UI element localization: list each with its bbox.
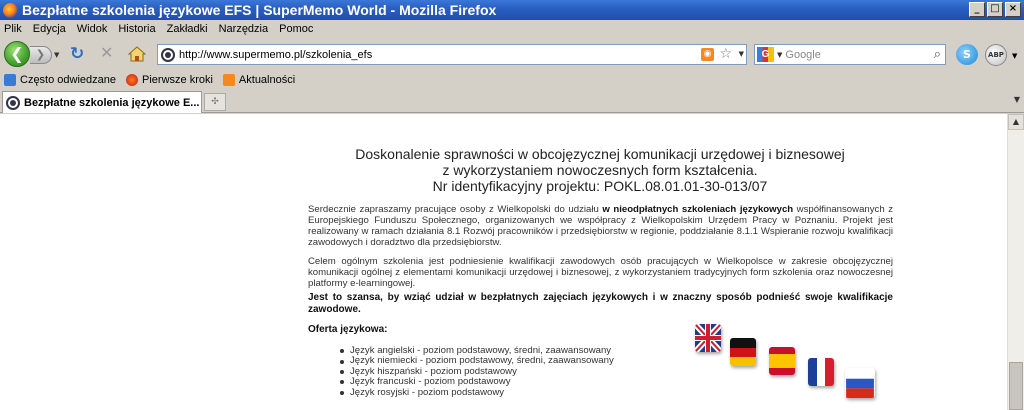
bookmark-aktualnosci[interactable]: Aktualności xyxy=(222,73,296,86)
adblock-plus-icon[interactable]: ABP xyxy=(985,44,1007,66)
window-title: Bezpłatne szkolenia językowe EFS | Super… xyxy=(22,2,497,18)
menu-pomoc[interactable]: Pomoc xyxy=(279,23,313,35)
bookmarks-toolbar: Często odwiedzane Pierwsze kroki Aktualn… xyxy=(0,70,1024,89)
tab-active[interactable]: Bezpłatne szkolenia językowe E... xyxy=(2,91,202,113)
menu-widok[interactable]: Widok xyxy=(77,23,108,35)
search-input[interactable]: Google xyxy=(785,49,820,61)
search-icon[interactable]: ⌕ xyxy=(934,47,941,62)
new-tab-button[interactable]: ✣ xyxy=(204,93,226,111)
intro-text-start: Serdecznie zapraszamy pracujące osoby z … xyxy=(308,204,603,215)
navigation-toolbar: ❮ ❯ ▼ ↻ ✕ http://www.supermemo.pl/szkole… xyxy=(0,38,1024,70)
reload-icon[interactable]: ↻ xyxy=(70,46,84,63)
tab-list-icon[interactable]: ▼ xyxy=(1014,95,1020,104)
menu-zakladki[interactable]: Zakładki xyxy=(167,23,208,35)
google-engine-icon[interactable]: G xyxy=(757,47,774,62)
headline-line-3: Nr identyfikacyjny projektu: POKL.08.01.… xyxy=(432,178,768,194)
back-button[interactable]: ❮ xyxy=(4,41,30,67)
russia-flag-icon xyxy=(846,368,874,398)
stop-icon[interactable]: ✕ xyxy=(100,45,113,61)
rss-feed-icon[interactable]: ◉ xyxy=(701,48,714,61)
site-favicon-icon xyxy=(6,95,20,110)
spain-flag-icon xyxy=(769,347,795,375)
bookmark-pierwsze-kroki[interactable]: Pierwsze kroki xyxy=(126,73,213,86)
intro-text-bold: w nieodpłatnych szkoleniach językowych xyxy=(602,204,794,215)
maximize-button[interactable]: □ xyxy=(987,2,1003,17)
bookmark-label: Aktualności xyxy=(238,73,296,86)
opportunity-paragraph: Jest to szansa, by wziąć udział w bezpła… xyxy=(308,292,893,315)
site-favicon-icon xyxy=(161,47,175,62)
skype-icon[interactable]: S xyxy=(956,44,978,65)
intro-paragraph: Serdecznie zapraszamy pracujące osoby z … xyxy=(308,204,893,248)
minimize-button[interactable]: _ xyxy=(969,2,985,17)
scroll-up-icon[interactable]: ▲ xyxy=(1008,114,1024,130)
window-titlebar: Bezpłatne szkolenia językowe EFS | Super… xyxy=(0,0,1024,20)
abp-dropdown-icon[interactable]: ▼ xyxy=(1012,52,1017,60)
page-content: Doskonalenie sprawności w obcojęzycznej … xyxy=(0,114,1007,410)
bookmark-czesto-odwiedzane[interactable]: Często odwiedzane xyxy=(4,73,117,86)
menu-historia[interactable]: Historia xyxy=(118,23,155,35)
menu-plik[interactable]: Plik xyxy=(4,23,22,35)
rss-icon xyxy=(222,73,235,86)
url-dropdown-icon[interactable]: ▼ xyxy=(739,50,744,58)
search-bar[interactable]: G ▼ Google ⌕ xyxy=(754,44,946,65)
list-item: Język rosyjski - poziom podstawowy xyxy=(340,387,614,398)
headline-line-1: Doskonalenie sprawności w obcojęzycznej … xyxy=(355,146,845,162)
url-input[interactable]: http://www.supermemo.pl/szkolenia_efs xyxy=(179,49,372,61)
bookmark-label: Pierwsze kroki xyxy=(142,73,213,86)
history-dropdown-icon[interactable]: ▼ xyxy=(54,51,59,59)
tab-strip: Bezpłatne szkolenia językowe E... ✣ ▼ xyxy=(0,89,1024,113)
forward-button[interactable]: ❯ xyxy=(30,46,52,64)
vertical-scrollbar[interactable]: ▲ xyxy=(1007,114,1024,410)
firefox-icon xyxy=(126,73,139,86)
page-headline: Doskonalenie sprawności w obcojęzycznej … xyxy=(300,146,900,194)
france-flag-icon xyxy=(808,358,834,386)
home-icon[interactable] xyxy=(128,46,146,62)
close-button[interactable]: × xyxy=(1005,2,1021,17)
menu-edycja[interactable]: Edycja xyxy=(33,23,66,35)
offer-title: Oferta językowa: xyxy=(308,324,388,335)
headline-line-2: z wykorzystaniem nowoczesnych form kszta… xyxy=(442,162,758,178)
firefox-logo-icon xyxy=(3,2,18,18)
offer-list: Język angielski - poziom podstawowy, śre… xyxy=(340,345,614,398)
goal-paragraph: Celem ogólnym szkolenia jest podniesieni… xyxy=(308,256,893,289)
url-bar[interactable]: http://www.supermemo.pl/szkolenia_efs ◉ … xyxy=(157,44,747,65)
folder-icon xyxy=(4,73,16,86)
window-controls: _ □ × xyxy=(969,2,1021,17)
menu-narzedzia[interactable]: Narzędzia xyxy=(219,23,269,35)
uk-flag-icon xyxy=(695,324,721,352)
tab-label: Bezpłatne szkolenia językowe E... xyxy=(24,96,200,109)
germany-flag-icon xyxy=(730,338,756,366)
bookmark-star-icon[interactable]: ☆ xyxy=(719,46,732,62)
search-engine-dropdown-icon[interactable]: ▼ xyxy=(777,51,782,59)
scroll-thumb[interactable] xyxy=(1009,362,1023,410)
menu-bar: Plik Edycja Widok Historia Zakładki Narz… xyxy=(0,20,1024,38)
bookmark-label: Często odwiedzane xyxy=(20,73,117,86)
